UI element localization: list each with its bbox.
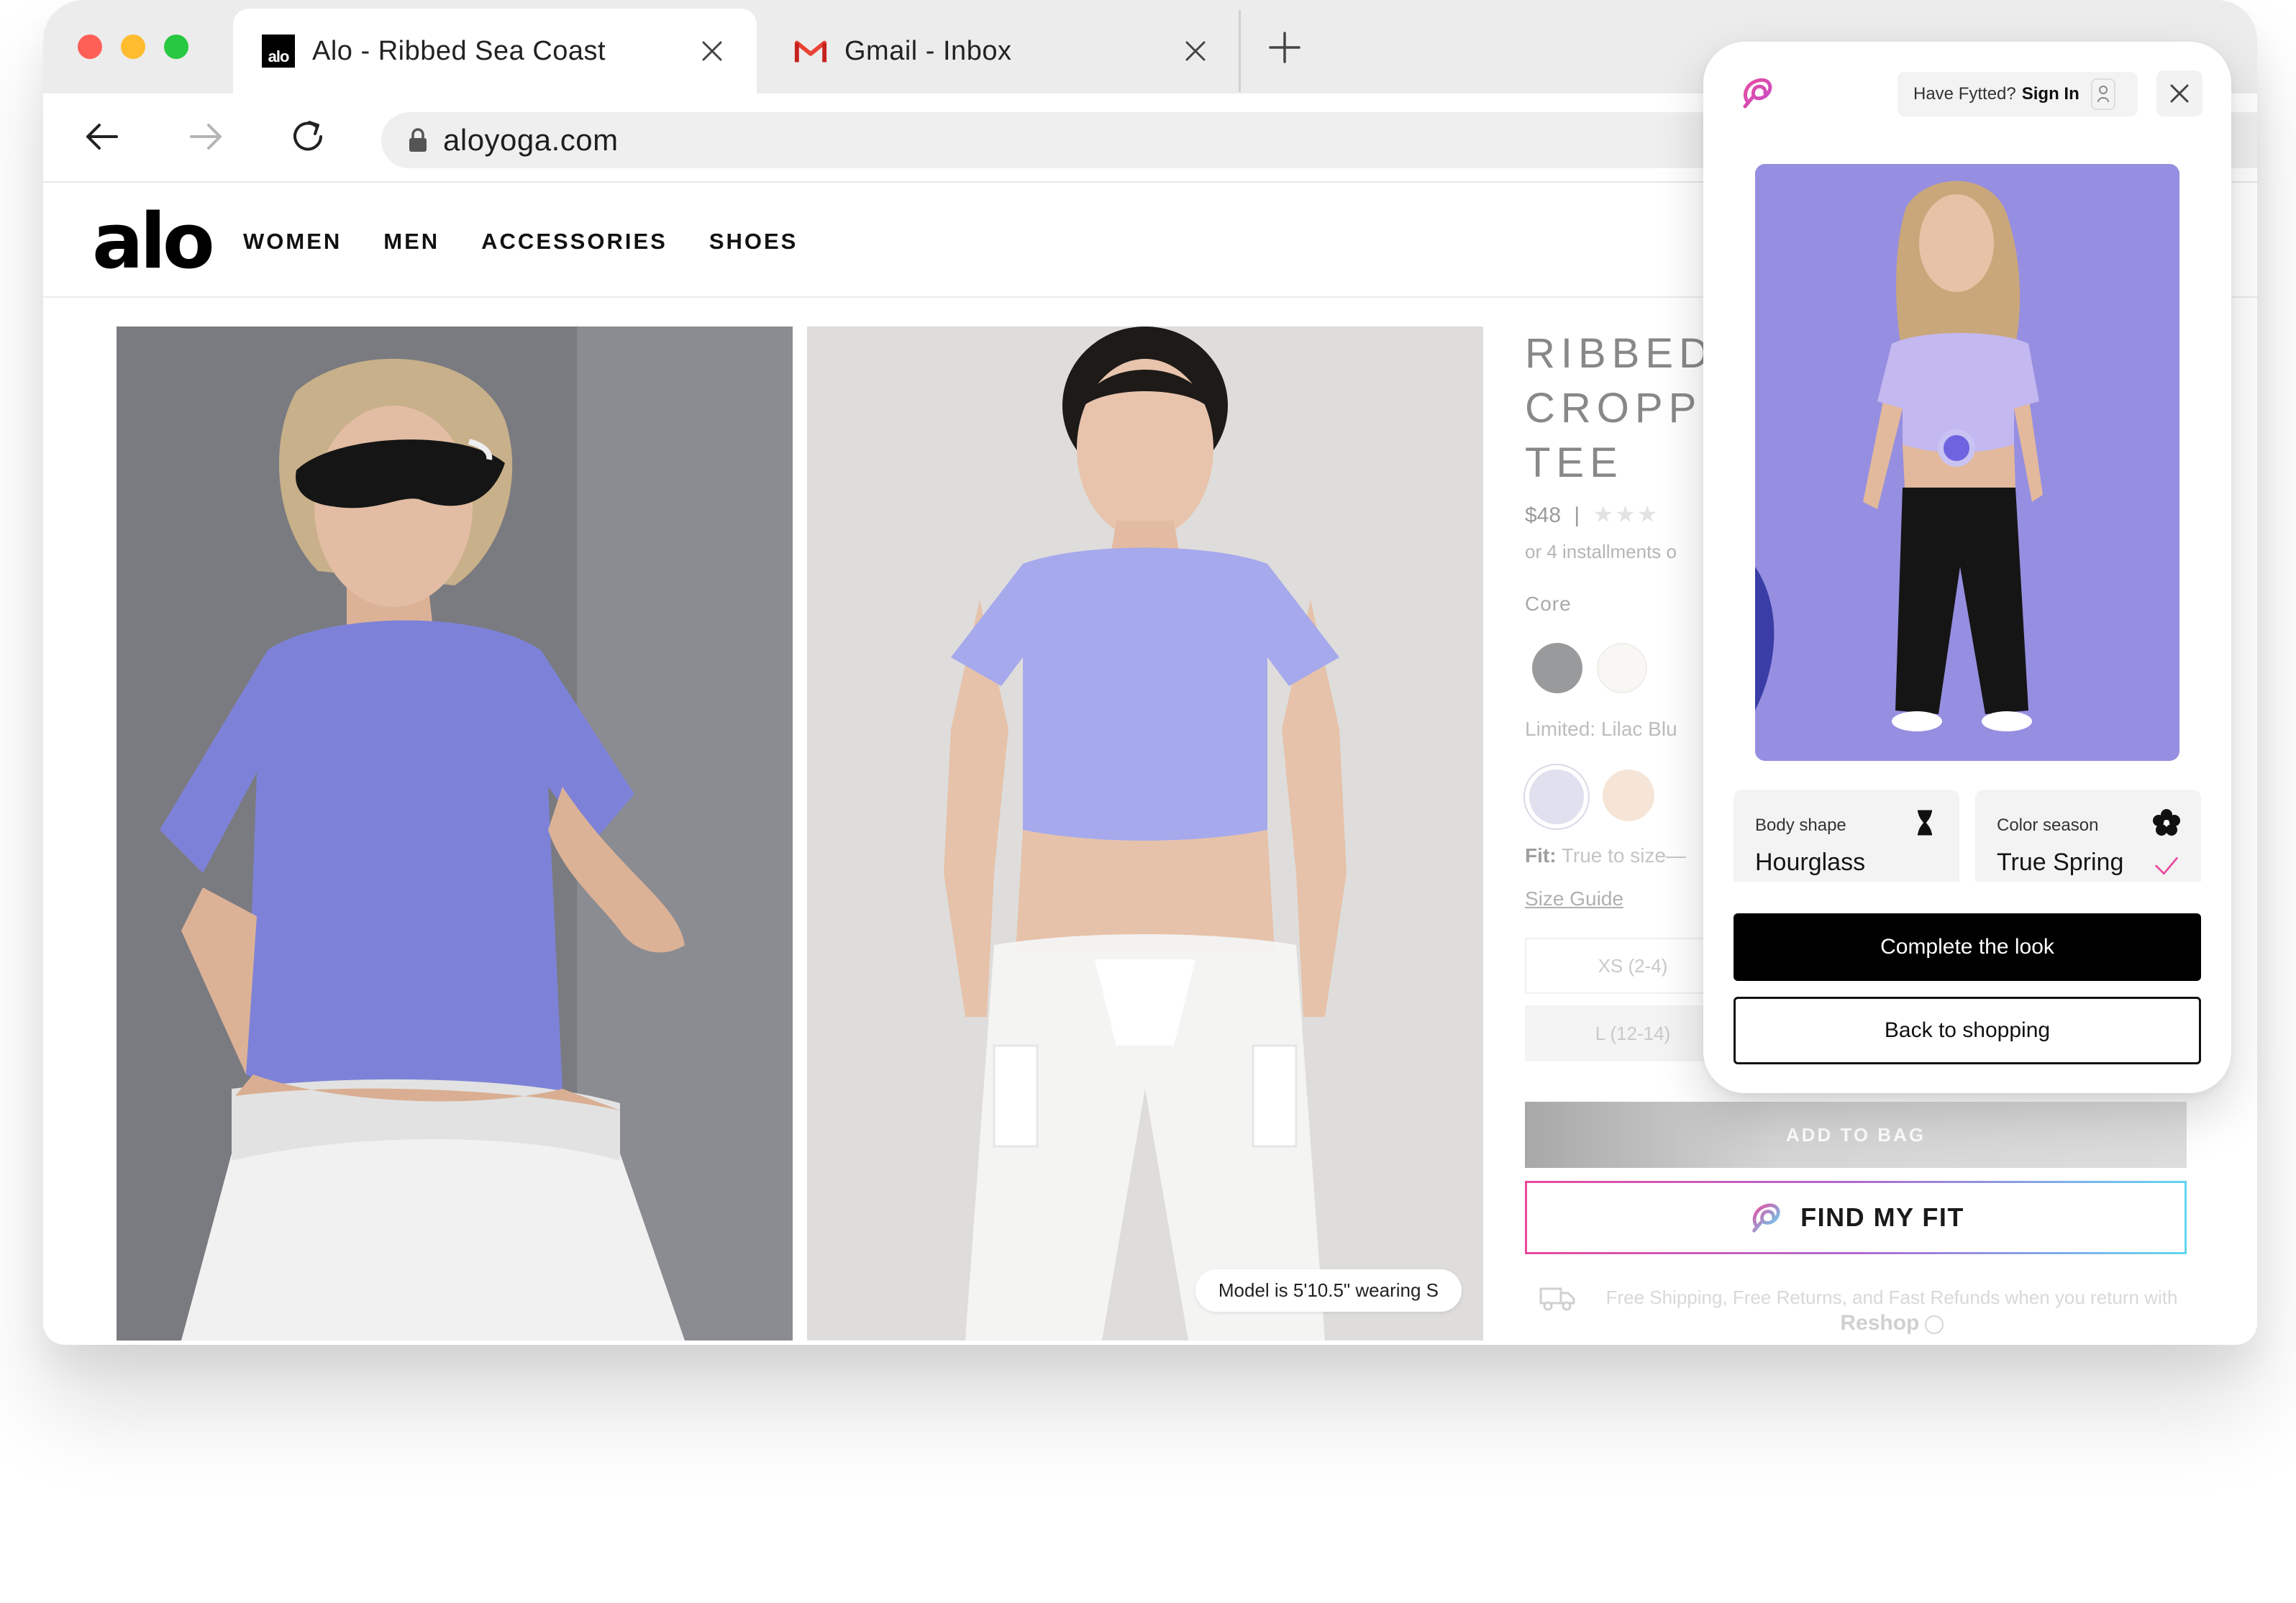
model-illustration-2 <box>807 326 1483 1341</box>
back-button[interactable] <box>79 114 125 160</box>
truck-icon <box>1539 1287 1575 1311</box>
info-icon[interactable] <box>1924 1315 1944 1335</box>
main-nav: WOMEN MEN ACCESSORIES SHOES <box>243 229 798 255</box>
user-icon[interactable] <box>2090 78 2115 110</box>
tab-title: Gmail - Inbox <box>844 35 1012 66</box>
complete-the-look-button[interactable]: Complete the look <box>1734 913 2201 981</box>
user-photo-illustration <box>1755 164 2179 761</box>
nav-men[interactable]: MEN <box>383 229 439 255</box>
alo-logo[interactable]: alo <box>92 197 215 286</box>
reshop-brand: Reshop <box>1840 1311 1920 1335</box>
zoom-window-button[interactable] <box>164 35 188 59</box>
core-colors-label: Core <box>1525 593 1572 615</box>
price: $48 <box>1525 503 1562 527</box>
find-my-fit-button[interactable]: FIND MY FIT <box>1525 1181 2187 1254</box>
color-season-label: Color season <box>1997 816 2099 835</box>
back-to-shopping-button[interactable]: Back to shopping <box>1734 997 2201 1064</box>
body-shape-value: Hourglass <box>1755 849 1866 876</box>
fytted-logo-icon <box>1752 1203 1780 1233</box>
rating-stars-icon[interactable]: ★★★ <box>1593 501 1659 527</box>
tab-gmail[interactable]: Gmail - Inbox <box>765 9 1240 93</box>
fytted-close-button[interactable] <box>2156 70 2202 117</box>
model-size-note: Model is 5'10.5" wearing S <box>1195 1269 1462 1312</box>
find-my-fit-label: FIND MY FIT <box>1800 1202 1964 1232</box>
swatch-white[interactable] <box>1597 643 1647 693</box>
lock-icon <box>409 128 427 152</box>
shipping-info: Free Shipping, Free Returns, and Fast Re… <box>1539 1284 2187 1336</box>
shipping-message: Free Shipping, Free Returns, and Fast Re… <box>1605 1287 2178 1308</box>
price-separator: | <box>1574 503 1580 527</box>
gmail-favicon-icon <box>794 40 827 63</box>
reload-button[interactable] <box>285 114 331 160</box>
fytted-sign-in[interactable]: Have Fytted? Sign In <box>1898 72 2138 117</box>
new-tab-plus-icon[interactable] <box>1266 29 1303 66</box>
shipping-text: Free Shipping, Free Returns, and Fast Re… <box>1597 1284 2187 1336</box>
tab-title: Alo - Ribbed Sea Coast <box>312 35 606 66</box>
have-fytted-text: Have Fytted? <box>1913 84 2016 104</box>
size-guide-link[interactable]: Size Guide <box>1525 887 1623 910</box>
checkmark-icon <box>2155 857 2178 875</box>
alo-favicon-icon: alo <box>262 35 295 68</box>
close-window-button[interactable] <box>78 35 102 59</box>
nav-accessories[interactable]: ACCESSORIES <box>481 229 668 255</box>
limited-colors-label: Limited: Lilac Blu <box>1525 718 1677 740</box>
fytted-logo-icon <box>1743 78 1772 109</box>
reload-icon <box>293 121 322 151</box>
url-text: aloyoga.com <box>443 123 619 157</box>
swatch-grey[interactable] <box>1532 643 1582 693</box>
fytted-panel: Have Fytted? Sign In Body shape Hourglas… <box>1703 42 2231 1093</box>
add-to-bag-button[interactable]: ADD TO BAG <box>1525 1102 2187 1168</box>
body-shape-label: Body shape <box>1755 816 1846 835</box>
fytted-user-photo <box>1755 164 2179 761</box>
swatch-lilac-selected[interactable] <box>1525 765 1588 828</box>
close-tab-icon[interactable] <box>699 38 725 64</box>
find-my-fit-inner: FIND MY FIT <box>1527 1183 2185 1252</box>
swatch-peach[interactable] <box>1603 769 1654 821</box>
arrow-left-icon <box>86 124 118 150</box>
fit-label: Fit: <box>1525 844 1557 867</box>
close-icon <box>2170 84 2189 103</box>
minimize-window-button[interactable] <box>121 35 145 59</box>
forward-button[interactable] <box>183 114 229 160</box>
nav-shoes[interactable]: SHOES <box>709 229 798 255</box>
flower-icon <box>2153 809 2180 836</box>
sign-in-link[interactable]: Sign In <box>2022 84 2079 104</box>
arrow-right-icon <box>190 124 222 150</box>
fit-note: Fit: True to size— <box>1525 844 1686 867</box>
nav-women[interactable]: WOMEN <box>243 229 342 255</box>
tab-alo[interactable]: alo Alo - Ribbed Sea Coast <box>233 9 757 93</box>
tab-divider <box>1239 10 1241 92</box>
color-season-card[interactable]: Color season True Spring <box>1975 790 2201 890</box>
body-shape-card[interactable]: Body shape Hourglass <box>1734 790 1959 890</box>
model-illustration-1 <box>117 326 793 1341</box>
product-photo-model-1[interactable] <box>117 326 793 1341</box>
close-tab-icon[interactable] <box>1183 38 1208 64</box>
color-season-value: True Spring <box>1997 849 2124 876</box>
hourglass-icon <box>1918 810 1932 836</box>
fit-value: True to size— <box>1561 844 1687 867</box>
product-photo-model-2[interactable]: Model is 5'10.5" wearing S <box>807 326 1483 1341</box>
